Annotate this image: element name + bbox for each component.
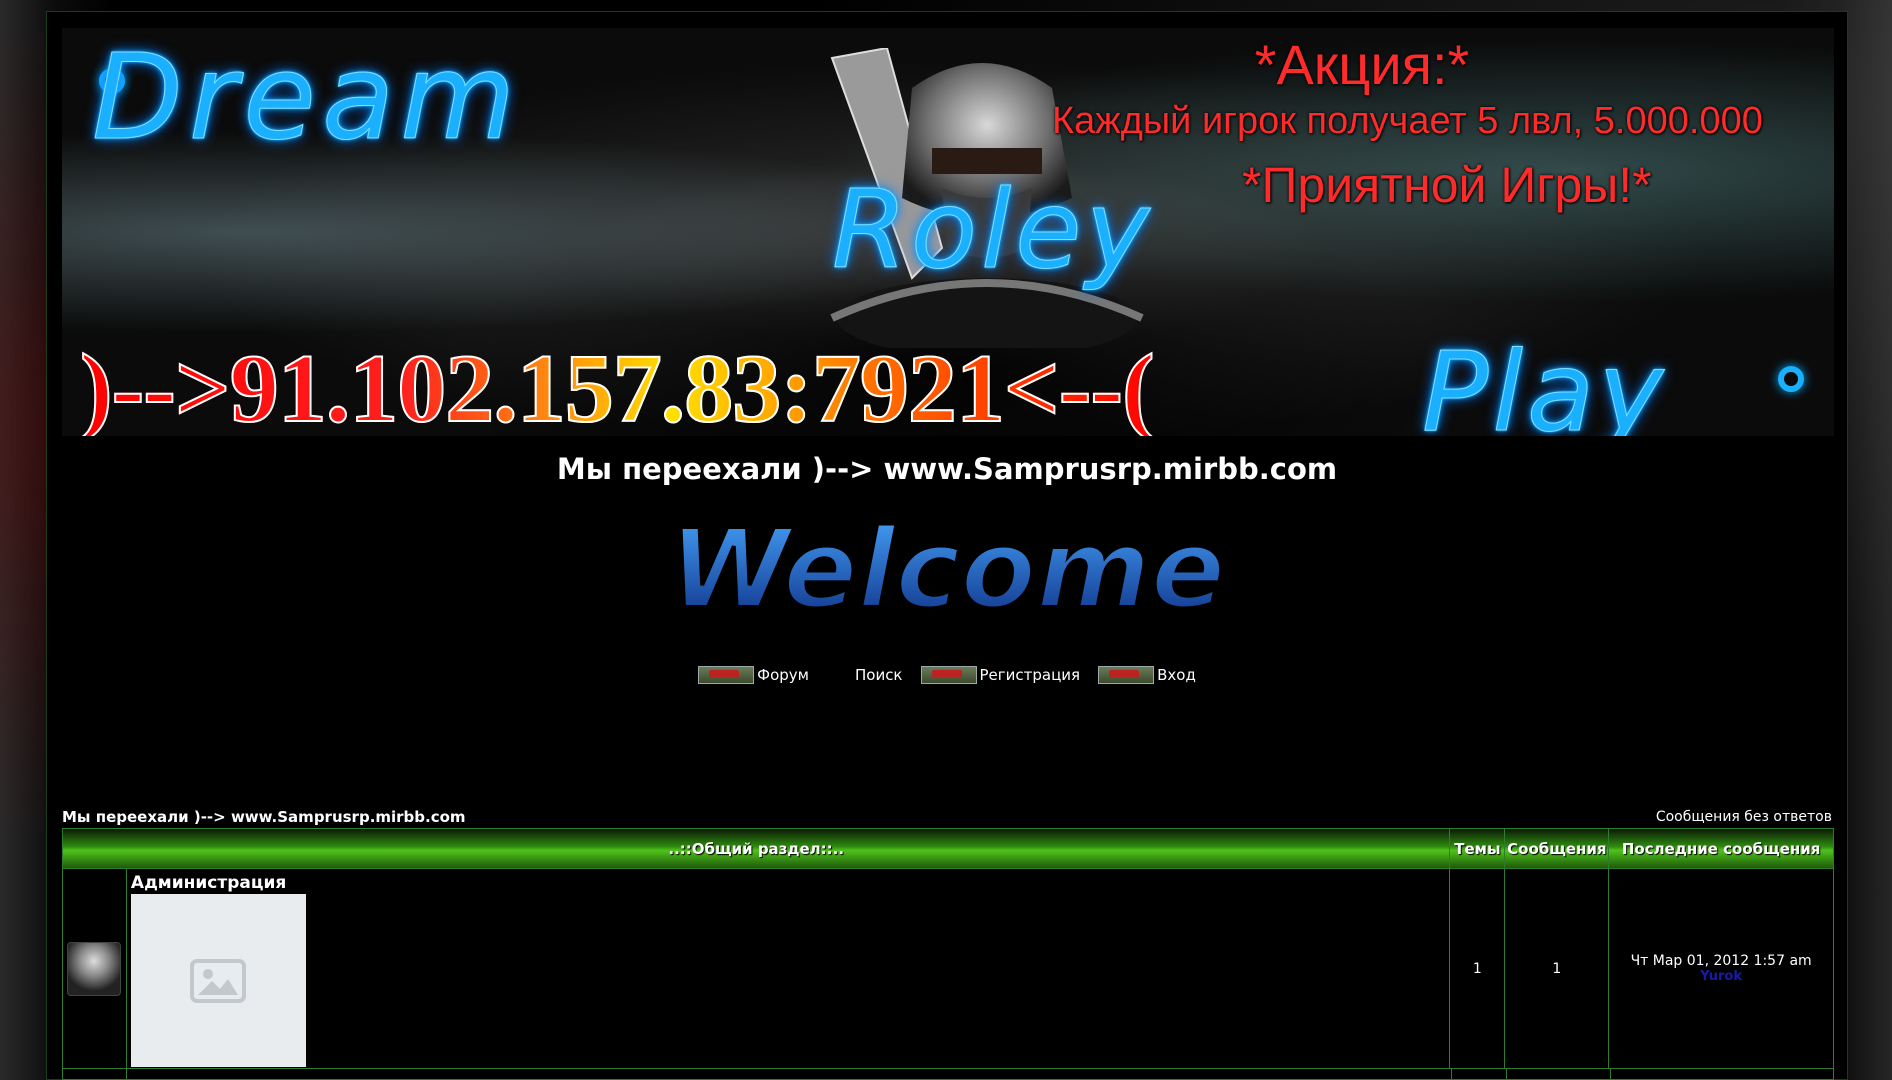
table-row: Администрация 1 1 Чт Мар 01, 2012 1:57 a… xyxy=(63,869,1833,1069)
welcome-logo: Welcome xyxy=(667,503,1228,635)
forum-link[interactable]: Администрация xyxy=(131,873,1446,893)
welcome-text: Welcome xyxy=(669,505,1226,633)
last-post-user[interactable]: Yurok xyxy=(1700,969,1742,984)
banner-title-play: Play xyxy=(1421,328,1668,437)
table-header: ..::Общий раздел::.. Темы Сообщения Посл… xyxy=(63,829,1833,869)
unanswered-posts-link[interactable]: Сообщения без ответов xyxy=(1656,809,1832,825)
table-row-partial xyxy=(63,1069,1833,1079)
forum-image xyxy=(130,894,306,1067)
image-placeholder-icon xyxy=(190,958,247,1003)
forum-icon xyxy=(698,666,755,684)
header-section: ..::Общий раздел::.. xyxy=(63,829,1451,868)
forum-wrapper: Dream Roley Play *Акция:* Каждый игрок п… xyxy=(46,11,1848,1080)
promo-heading: *Акция:* xyxy=(1254,33,1470,96)
neon-dot xyxy=(1778,366,1804,392)
forum-status-icon xyxy=(67,941,122,996)
promo-text: Каждый игрок получает 5 лвл, 5.000.000 xyxy=(1052,100,1763,142)
header-banner[interactable]: Dream Roley Play *Акция:* Каждый игрок п… xyxy=(62,28,1834,436)
server-ip: )-->91.102.157.83:7921<--( xyxy=(79,333,1156,436)
nav-search-label: Поиск xyxy=(854,666,903,684)
banner-title-dream: Dream xyxy=(91,28,522,167)
moved-notice: Мы переехали )--> www.Samprusrp.mirbb.co… xyxy=(556,452,1338,486)
login-icon xyxy=(1098,666,1155,684)
last-post-cell: Чт Мар 01, 2012 1:57 am Yurok xyxy=(1609,869,1833,1068)
forum-table: ..::Общий раздел::.. Темы Сообщения Посл… xyxy=(62,828,1834,1080)
header-topics: Темы xyxy=(1450,829,1506,868)
breadcrumb[interactable]: Мы переехали )--> www.Samprusrp.mirbb.co… xyxy=(62,808,466,826)
last-post-date: Чт Мар 01, 2012 1:57 am xyxy=(1630,953,1812,969)
forum-info-cell: Администрация xyxy=(127,869,1451,1068)
nav-forum-label: Форум xyxy=(757,666,809,684)
posts-count: 1 xyxy=(1505,869,1610,1068)
promo-footer: *Приятной Игры!* xyxy=(1242,157,1652,213)
topics-count: 1 xyxy=(1450,869,1506,1068)
nav-login[interactable]: Вход xyxy=(1098,666,1196,684)
banner-title-roley: Roley xyxy=(831,168,1154,294)
nav-login-label: Вход xyxy=(1157,666,1196,684)
register-icon xyxy=(920,666,977,684)
nav-forum[interactable]: Форум xyxy=(698,666,809,684)
nav-register-label: Регистрация xyxy=(979,666,1081,684)
header-last-posts: Последние сообщения xyxy=(1621,839,1821,858)
nav-register[interactable]: Регистрация xyxy=(920,666,1081,684)
nav-search[interactable]: Поиск xyxy=(855,666,903,684)
header-posts: Сообщения xyxy=(1505,829,1610,868)
top-navigation: Форум Поиск Регистрация Вход xyxy=(47,666,1847,684)
forum-status-cell xyxy=(63,869,127,1068)
